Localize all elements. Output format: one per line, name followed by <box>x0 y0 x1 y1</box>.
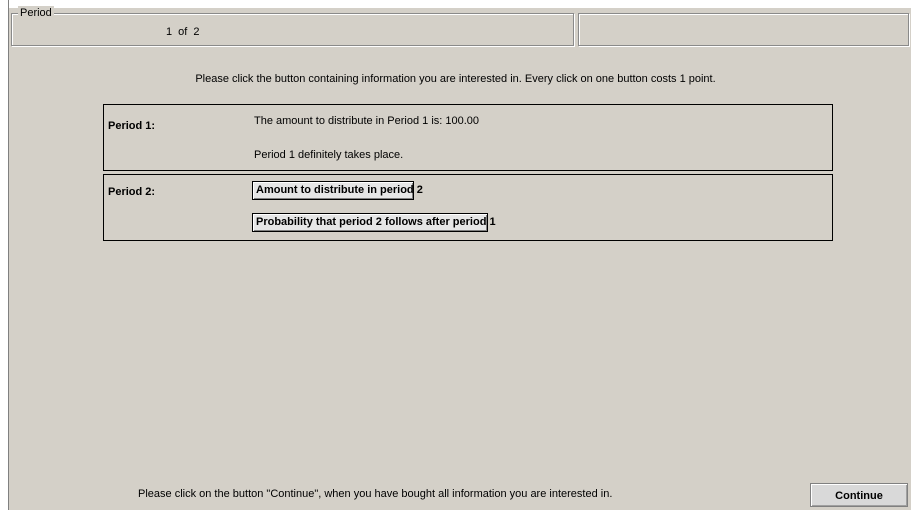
period-legend: Period <box>18 6 54 20</box>
period-1-amount-text: The amount to distribute in Period 1 is:… <box>254 115 480 127</box>
period-2-row: Period 2: Amount to distribute in period… <box>103 174 833 241</box>
continue-button[interactable]: Continue <box>810 483 908 507</box>
period-1-row: Period 1: The amount to distribute in Pe… <box>103 104 833 171</box>
probability-period-2-button[interactable]: Probability that period 2 follows after … <box>252 213 496 232</box>
instruction-text: Please click the button containing infor… <box>195 73 716 85</box>
window-top-edge <box>0 0 911 8</box>
amount-period-2-button[interactable]: Amount to distribute in period 2 <box>252 181 423 200</box>
period-group-box: Period 1 of 2 <box>11 6 574 46</box>
info-panel-box <box>578 13 909 46</box>
period-1-status-text: Period 1 definitely takes place. <box>254 149 404 161</box>
period-2-label: Period 2: <box>108 186 156 198</box>
period-1-label: Period 1: <box>108 120 156 132</box>
period-counter: 1 of 2 <box>166 26 200 38</box>
continue-hint-text: Please click on the button "Continue", w… <box>138 488 613 500</box>
